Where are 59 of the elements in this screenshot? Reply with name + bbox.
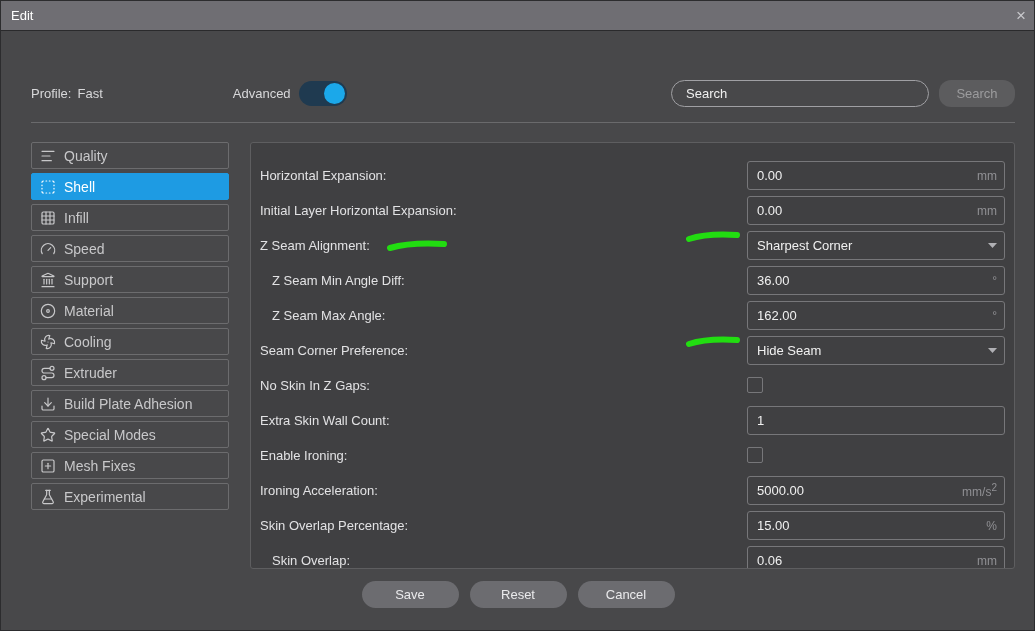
number-field[interactable]: 1 (747, 406, 1005, 435)
number-field[interactable]: 0.00 mm (747, 161, 1005, 190)
sidebar-item[interactable]: Infill (31, 204, 229, 231)
sidebar-item[interactable]: Mesh Fixes (31, 452, 229, 479)
search-field[interactable]: Search (671, 79, 929, 107)
advanced-toggle[interactable] (298, 80, 347, 106)
number-field[interactable]: 0.00 mm (747, 196, 1005, 225)
setting-label: Z Seam Min Angle Diff: (272, 273, 405, 288)
profile-label: Profile: (31, 85, 72, 101)
setting-label: Enable Ironing: (260, 448, 348, 463)
close-button[interactable]: × (1016, 7, 1026, 24)
dialog-button[interactable]: Reset (469, 581, 567, 608)
number-field[interactable]: 36.00 ° (747, 266, 1005, 295)
setting-label: Initial Layer Horizontal Expansion: (260, 203, 457, 218)
sidebar-item[interactable]: Cooling (31, 328, 229, 355)
setting-label: No Skin In Z Gaps: (260, 378, 370, 393)
sidebar-item[interactable]: Material (31, 297, 229, 324)
sidebar-item[interactable]: Extruder (31, 359, 229, 386)
setting-label: Seam Corner Preference: (260, 343, 409, 358)
number-field[interactable]: 162.00 ° (747, 301, 1005, 330)
dialog-button[interactable]: Cancel (577, 581, 675, 608)
caret-icon (988, 243, 997, 248)
star-icon (40, 426, 56, 443)
number-field[interactable]: 0.06 mm (747, 546, 1005, 568)
profile-value: Fast (77, 85, 103, 101)
setting-label: Ironing Acceleration: (260, 483, 378, 498)
advanced-label: Advanced (232, 85, 291, 101)
grid-icon (40, 209, 56, 226)
setting-label: Extra Skin Wall Count: (260, 413, 390, 428)
sidebar-item[interactable]: Special Modes (31, 421, 229, 448)
setting-label: Horizontal Expansion: (260, 168, 387, 183)
number-field[interactable]: 15.00 % (747, 511, 1005, 540)
sidebar-item[interactable]: Speed (31, 235, 229, 262)
gauge-icon (40, 240, 56, 257)
columns-icon (40, 271, 56, 288)
sidebar-item[interactable]: Quality (31, 142, 229, 169)
setting-label: Skin Overlap: (272, 553, 351, 568)
window-title: Edit (11, 8, 34, 23)
setting-label: Z Seam Alignment: (260, 238, 370, 253)
setting-label: Z Seam Max Angle: (272, 308, 386, 323)
sidebar-item[interactable]: Support (31, 266, 229, 293)
sidebar-item[interactable]: Experimental (31, 483, 229, 510)
checkbox[interactable] (747, 377, 763, 393)
plus-square-icon (40, 457, 56, 474)
caret-icon (988, 348, 997, 353)
fan-icon (40, 333, 56, 350)
sidebar-item[interactable]: Shell (31, 173, 229, 200)
download-icon (40, 395, 56, 412)
checkbox[interactable] (747, 447, 763, 463)
setting-label: Skin Overlap Percentage: (260, 518, 409, 533)
dashed-square-icon (40, 178, 56, 195)
flask-icon (40, 488, 56, 505)
disc-icon (40, 302, 56, 319)
dialog-button[interactable]: Save (361, 581, 459, 608)
dropdown[interactable]: Sharpest Corner (747, 231, 1005, 260)
sidebar-item[interactable]: Build Plate Adhesion (31, 390, 229, 417)
route-icon (40, 364, 56, 381)
number-field[interactable]: 5000.00 mm/s$^{2}$ (747, 476, 1005, 505)
dropdown[interactable]: Hide Seam (747, 336, 1005, 365)
